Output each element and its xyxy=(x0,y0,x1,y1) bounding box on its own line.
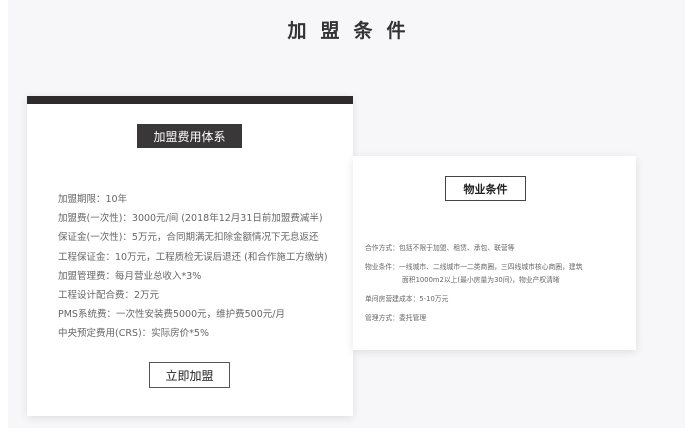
property-value-line1: 一线城市、二线城市一二类商圈，三四线城市核心商圈，建筑 xyxy=(398,263,583,271)
fee-item-construction-deposit: 工程保证金：10万元，工程质检无误后退还 (和合作施工方缴纳) xyxy=(58,251,328,263)
fee-item-franchise-fee: 加盟费(一次性)：3000元/间 (2018年12月31日前加盟费减半) xyxy=(58,213,323,225)
property-item-conditions-line2: 面积1000m2以上(最小房量为30间)，物业产权清晰 xyxy=(365,274,631,287)
management-value: 委托管理 xyxy=(398,314,427,322)
fee-card-top-bar xyxy=(27,96,353,104)
fee-item-pms-fee: PMS系统费：一次性安装费5000元，维护费500元/月 xyxy=(58,309,285,321)
coop-label: 合作方式： xyxy=(365,244,399,252)
fee-item-deposit: 保证金(一次性)：5万元，合同期满无扣除金额情况下无息返还 xyxy=(58,232,319,244)
property-value-line2: 面积1000m2以上(最小房量为30间)，物业产权清晰 xyxy=(402,276,560,284)
property-item-cost: 单间房营建成本：5-10万元 xyxy=(365,293,631,306)
property-list: 合作方式：包括不限于加盟、租赁、承包、联营等 物业条件：一线城市、二线城市一二类… xyxy=(365,242,631,325)
fee-system-button[interactable]: 加盟费用体系 xyxy=(137,124,242,148)
fee-item-management-fee: 加盟管理费：每月营业总收入*3% xyxy=(58,270,202,282)
fee-card: 加盟费用体系 加盟期限：10年 加盟费(一次性)：3000元/间 (2018年1… xyxy=(27,96,353,416)
join-now-button[interactable]: 立即加盟 xyxy=(149,362,230,388)
property-item-coop: 合作方式：包括不限于加盟、租赁、承包、联营等 xyxy=(365,242,631,255)
fee-item-design-fee: 工程设计配合费：2万元 xyxy=(58,289,160,301)
fee-item-term: 加盟期限：10年 xyxy=(58,194,128,205)
property-label: 物业条件： xyxy=(365,263,399,271)
coop-value: 包括不限于加盟、租赁、承包、联营等 xyxy=(398,244,515,252)
fee-list: 加盟期限：10年 加盟费(一次性)：3000元/间 (2018年12月31日前加… xyxy=(58,190,348,344)
property-item-conditions: 物业条件：一线城市、二线城市一二类商圈，三四线城市核心商圈，建筑 xyxy=(365,261,631,274)
management-label: 管理方式： xyxy=(365,314,399,322)
property-conditions-button[interactable]: 物业条件 xyxy=(445,176,526,201)
cost-value: 5-10万元 xyxy=(419,295,449,303)
cost-label: 单间房营建成本： xyxy=(365,295,420,303)
fee-item-crs-fee: 中央预定费用(CRS)：实际房价*5% xyxy=(58,328,209,340)
property-item-management: 管理方式：委托管理 xyxy=(365,312,631,325)
page-title: 加盟条件 xyxy=(287,20,420,42)
property-card: 物业条件 合作方式：包括不限于加盟、租赁、承包、联营等 物业条件：一线城市、二线… xyxy=(353,156,636,350)
